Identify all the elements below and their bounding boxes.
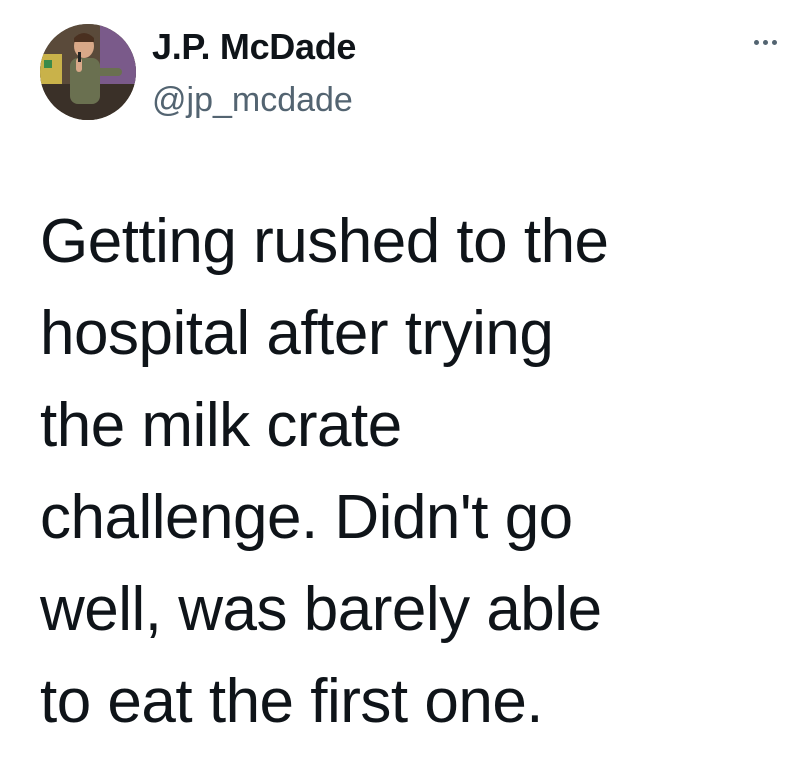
avatar[interactable] [40,24,136,120]
tweet-text-line: Getting rushed to the [40,207,609,276]
tweet-text-line: well, was barely able [40,575,602,644]
author-display-name[interactable]: J.P. McDade [152,27,356,67]
more-dots-icon [763,40,768,45]
tweet-text-line: hospital after trying [40,299,554,368]
more-dots-icon [772,40,777,45]
tweet-card: J.P. McDade @jp_mcdade Getting rushed to… [0,0,793,764]
tweet-text-line: to eat the first one. [40,667,544,736]
author-handle[interactable]: @jp_mcdade [152,80,353,120]
tweet-text-line: the milk crate [40,391,402,460]
more-options-button[interactable] [748,30,784,54]
tweet-text: Getting rushed to the hospital after try… [40,196,780,748]
profile-photo-icon [40,24,136,120]
tweet-text-line: challenge. Didn't go [40,483,573,552]
more-dots-icon [754,40,759,45]
